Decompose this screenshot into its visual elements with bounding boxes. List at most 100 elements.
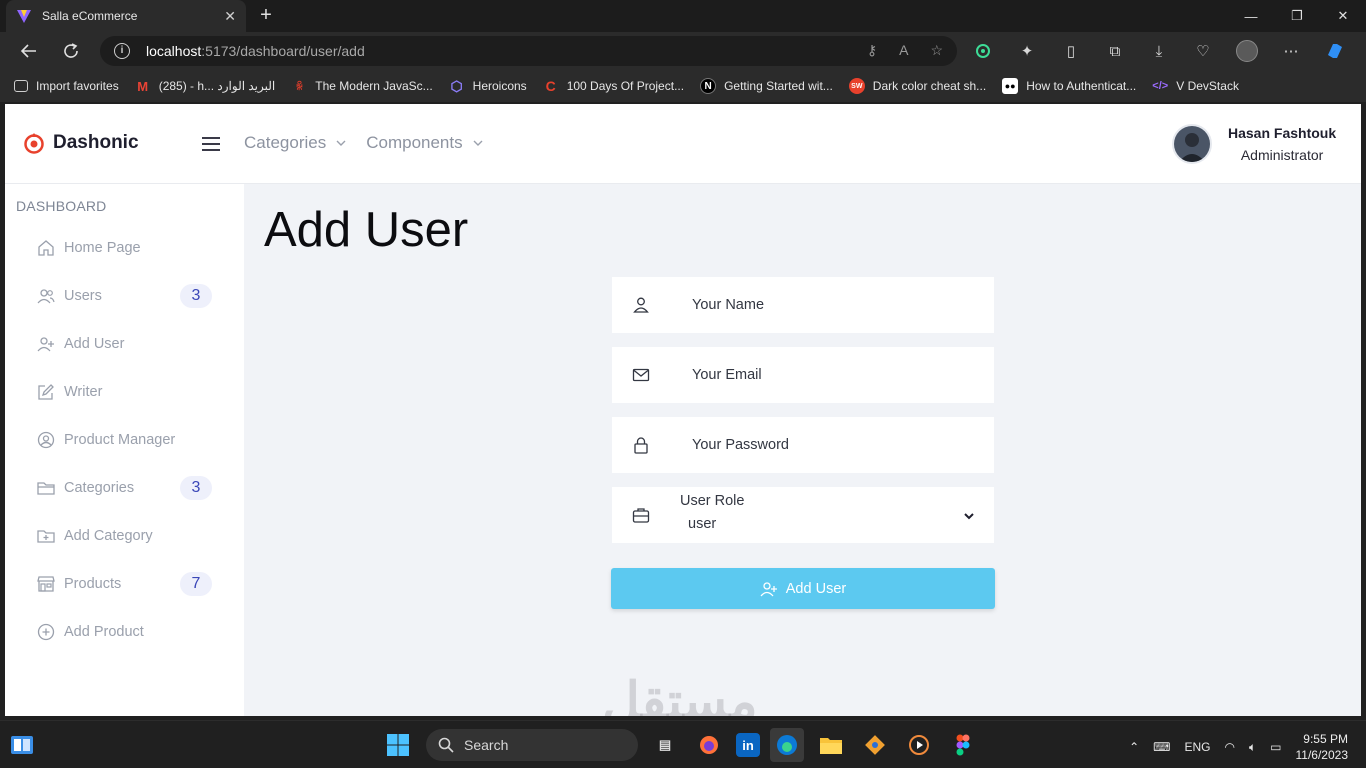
categories-count-badge: 3	[180, 476, 212, 500]
user-name: Hasan Fashtouk	[1228, 125, 1337, 141]
extension-circle-icon[interactable]	[972, 40, 994, 62]
arrow-left-icon	[20, 44, 36, 58]
password-key-icon[interactable]: ⚷	[867, 42, 877, 59]
users-count-badge: 3	[180, 284, 212, 308]
menu-toggle-icon[interactable]	[202, 137, 222, 153]
collections-icon[interactable]: ⧉	[1104, 40, 1126, 62]
window-controls: — ❐ ✕	[1228, 0, 1366, 32]
sidebar-item-products[interactable]: Products 7	[5, 560, 244, 608]
favorite-heroicons[interactable]: ⬡ Heroicons	[449, 78, 527, 94]
codepen-icon: C	[545, 78, 556, 94]
clock[interactable]: 9:55 PM 11/6/2023	[1296, 731, 1349, 763]
favorite-import[interactable]: Import favorites	[14, 79, 119, 93]
favorite-gmail[interactable]: M (285) - h... البريد الوارد	[135, 78, 275, 94]
password-field[interactable]: Your Password	[612, 417, 994, 473]
downloads-icon[interactable]: ⤓	[1148, 40, 1170, 62]
products-count-badge: 7	[180, 572, 212, 596]
back-button[interactable]	[14, 36, 44, 66]
media-player-icon[interactable]	[902, 728, 936, 762]
javascript-icon: ꆜ	[295, 81, 304, 93]
top-navigation: Categories Components	[244, 133, 483, 153]
favorite-javascript[interactable]: ꆜ The Modern JavaSc...	[291, 78, 432, 94]
site-info-icon[interactable]: i	[114, 43, 130, 59]
favorite-dark-color[interactable]: SW Dark color cheat sh...	[848, 78, 986, 94]
minimize-button[interactable]: —	[1228, 0, 1274, 32]
figma-icon[interactable]	[946, 728, 980, 762]
email-field[interactable]: Your Email	[612, 347, 994, 403]
heroicons-icon: ⬡	[450, 77, 463, 94]
sidebar-item-add-product[interactable]: Add Product	[5, 608, 244, 656]
name-field[interactable]: Your Name	[612, 277, 994, 333]
sidebar-heading: DASHBOARD	[16, 198, 107, 214]
nav-components-dropdown[interactable]: Components	[366, 133, 483, 153]
envelope-icon	[632, 368, 650, 382]
tray-chevron-up-icon[interactable]: ⌃	[1129, 740, 1139, 754]
extensions-puzzle-icon[interactable]: ✦	[1016, 40, 1038, 62]
nav-categories-dropdown[interactable]: Categories	[244, 133, 346, 153]
file-app-icon[interactable]: ▤	[648, 728, 682, 762]
profile-avatar-icon[interactable]	[1236, 40, 1258, 62]
copilot-icon[interactable]	[1324, 40, 1346, 62]
email-placeholder: Your Email	[692, 367, 762, 383]
user-role-select[interactable]: User Role user	[612, 487, 994, 543]
import-icon	[14, 80, 28, 92]
tab-close-icon[interactable]: ✕	[224, 8, 236, 25]
avatar	[1172, 124, 1212, 164]
user-menu[interactable]: Hasan Fashtouk Administrator	[1172, 124, 1336, 164]
taskbar: Search ▤ in ⌃ ⌨ ENG ◠ 🔈︎ ▭ 9:55 PM 11/6/…	[0, 720, 1366, 768]
chevron-down-icon	[964, 513, 974, 520]
sidebar-item-add-user[interactable]: Add User	[5, 320, 244, 368]
user-circle-icon	[37, 431, 55, 449]
add-user-button[interactable]: Add User	[611, 568, 995, 609]
read-aloud-icon[interactable]: A	[899, 42, 908, 59]
sidebar-menu: Home Page Users 3 Add User Writer Produc…	[5, 224, 244, 656]
wifi-icon[interactable]: ◠	[1224, 740, 1234, 754]
sidebar-item-writer[interactable]: Writer	[5, 368, 244, 416]
user-plus-icon	[37, 337, 54, 352]
new-tab-button[interactable]: +	[254, 4, 278, 28]
firefox-icon[interactable]	[692, 728, 726, 762]
app-viewport: Dashonic Categories Components Hasan Fas…	[5, 104, 1361, 716]
sidebar-item-users[interactable]: Users 3	[5, 272, 244, 320]
favorite-nextjs[interactable]: N Getting Started wit...	[700, 78, 833, 94]
chevron-down-icon	[336, 140, 346, 146]
page-title: Add User	[264, 203, 469, 257]
edge-icon[interactable]	[770, 728, 804, 762]
sidebar-item-add-category[interactable]: Add Category	[5, 512, 244, 560]
favorite-star-icon[interactable]: ☆	[930, 42, 943, 59]
sidebar-item-categories[interactable]: Categories 3	[5, 464, 244, 512]
language-indicator[interactable]: ENG	[1184, 740, 1210, 754]
clock-date: 11/6/2023	[1295, 748, 1349, 762]
browser-toolbar: i localhost:5173/dashboard/user/add ⚷ A …	[0, 32, 1366, 70]
file-explorer-icon[interactable]	[814, 728, 848, 762]
split-screen-icon[interactable]: ▯	[1060, 40, 1082, 62]
favorite-authenticate[interactable]: ●● How to Authenticat...	[1002, 78, 1136, 94]
favorites-bar: Import favorites M (285) - h... البريد ال…	[0, 70, 1366, 102]
keyboard-icon[interactable]: ⌨	[1153, 740, 1170, 754]
linkedin-icon[interactable]: in	[736, 733, 760, 757]
close-window-button[interactable]: ✕	[1320, 0, 1366, 32]
restore-button[interactable]: ❐	[1274, 0, 1320, 32]
brand[interactable]: Dashonic	[23, 132, 139, 154]
gmail-icon: M	[137, 78, 149, 94]
tab-title: Salla eCommerce	[42, 9, 138, 23]
address-bar[interactable]: i localhost:5173/dashboard/user/add ⚷ A …	[100, 36, 957, 66]
taskbar-search[interactable]: Search	[426, 729, 638, 761]
battery-icon[interactable]: ▭	[1270, 740, 1281, 754]
user-role-label: User Role	[680, 493, 745, 509]
refresh-button[interactable]	[56, 36, 86, 66]
favorite-100-days[interactable]: C 100 Days Of Project...	[543, 78, 684, 94]
performance-heart-icon[interactable]: ♡	[1192, 40, 1214, 62]
user-role: Administrator	[1240, 147, 1324, 163]
sidebar-item-product-manager[interactable]: Product Manager	[5, 416, 244, 464]
git-app-icon[interactable]	[858, 728, 892, 762]
volume-icon[interactable]: 🔈︎	[1249, 740, 1256, 755]
widgets-icon[interactable]	[10, 733, 34, 757]
more-options-icon[interactable]: ⋯	[1280, 40, 1302, 62]
browser-tab[interactable]: Salla eCommerce ✕	[6, 0, 246, 32]
favorite-devstack[interactable]: </> V DevStack	[1152, 78, 1239, 94]
url-path: :5173/dashboard/user/add	[201, 43, 365, 59]
devstack-icon: </>	[1152, 80, 1169, 92]
sidebar-item-home-page[interactable]: Home Page	[5, 224, 244, 272]
start-button[interactable]	[380, 727, 416, 763]
